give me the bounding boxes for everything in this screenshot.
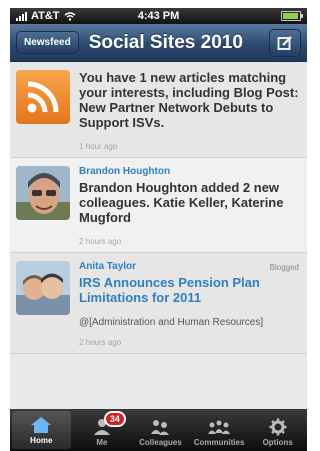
newsfeed-list: You have 1 new articles matching your in… <box>10 62 307 354</box>
tab-label: Colleagues <box>139 438 182 447</box>
feed-time: 2 hours ago <box>79 338 122 347</box>
battery-icon <box>281 11 303 21</box>
feed-tag: Blogged <box>269 263 299 272</box>
feed-author[interactable]: Anita Taylor <box>79 261 301 272</box>
communities-icon <box>208 420 231 434</box>
list-item[interactable]: Anita Taylor IRS Announces Pension Plan … <box>10 253 307 354</box>
feed-time: 1 hour ago <box>79 142 118 151</box>
feed-author[interactable]: Brandon Houghton <box>79 166 301 177</box>
tab-bar: Home 34 Me Colleagues Communities Option… <box>10 409 307 451</box>
phone-frame: AT&T 4:43 PM Newsfeed Social Sites 2010 <box>0 0 317 451</box>
notification-badge: 34 <box>103 411 126 427</box>
navigation-bar: Newsfeed Social Sites 2010 <box>10 24 307 62</box>
status-time: 4:43 PM <box>137 10 180 22</box>
newsfeed-back-button[interactable]: Newsfeed <box>16 31 79 54</box>
status-bar: AT&T 4:43 PM <box>10 8 307 24</box>
page-title: Social Sites 2010 <box>88 31 243 53</box>
feed-community: @[Administration and Human Resources] <box>79 317 264 328</box>
list-item[interactable]: You have 1 new articles matching your in… <box>10 62 307 158</box>
gear-icon <box>269 418 287 436</box>
screen: AT&T 4:43 PM Newsfeed Social Sites 2010 <box>10 8 307 451</box>
rss-icon <box>16 70 70 124</box>
compose-button[interactable] <box>269 28 301 57</box>
feed-text: Brandon Houghton added 2 new colleagues.… <box>79 180 284 225</box>
list-item[interactable]: Brandon Houghton Brandon Houghton added … <box>10 158 307 253</box>
home-icon <box>31 417 52 433</box>
tab-label: Communities <box>193 438 245 447</box>
avatar <box>16 261 70 315</box>
feed-text: You have 1 new articles matching your in… <box>79 70 299 130</box>
tab-colleagues[interactable]: Colleagues <box>131 409 190 451</box>
tab-options[interactable]: Options <box>248 409 307 451</box>
tab-home[interactable]: Home <box>12 411 71 449</box>
colleagues-icon <box>151 420 170 435</box>
tab-label: Home <box>30 436 53 445</box>
avatar <box>16 166 70 220</box>
feed-link[interactable]: IRS Announces Pension Plan Limitations f… <box>79 275 301 305</box>
tab-label: Options <box>262 438 293 447</box>
tab-label: Me <box>96 438 108 447</box>
tab-me[interactable]: 34 Me <box>73 409 132 451</box>
tab-communities[interactable]: Communities <box>190 409 249 451</box>
compose-icon <box>277 35 292 50</box>
feed-time: 2 hours ago <box>79 237 122 246</box>
